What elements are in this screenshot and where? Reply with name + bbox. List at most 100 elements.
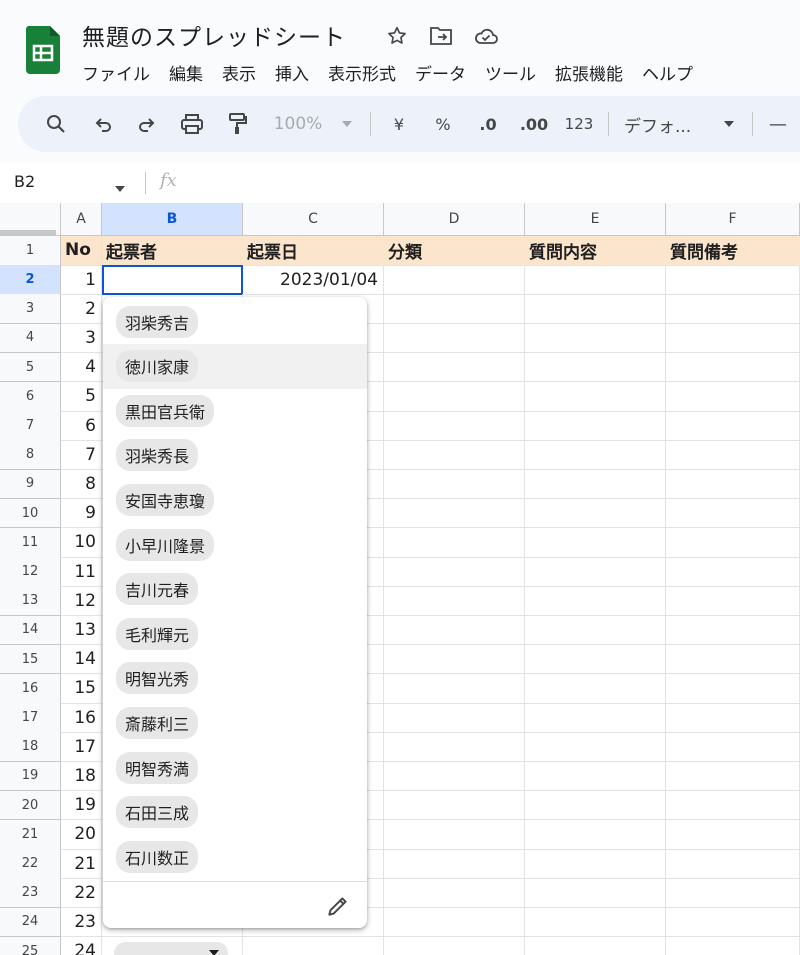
undo-icon[interactable] bbox=[88, 96, 120, 152]
column-header-a[interactable]: A bbox=[61, 203, 102, 236]
zoom-select[interactable]: 100% bbox=[268, 96, 328, 152]
row-header-24[interactable]: 24 bbox=[0, 907, 61, 938]
formula-input[interactable] bbox=[200, 166, 790, 198]
cell-f19[interactable] bbox=[666, 761, 800, 792]
cell-a21[interactable]: 20 bbox=[61, 820, 102, 850]
cell-a24[interactable]: 23 bbox=[61, 907, 102, 938]
name-box[interactable]: B2 bbox=[14, 172, 35, 191]
cell-f13[interactable] bbox=[666, 586, 800, 617]
cell-e14[interactable] bbox=[525, 615, 666, 646]
percent-format-button[interactable]: % bbox=[430, 96, 456, 152]
dropdown-option[interactable]: 小早川隆景 bbox=[103, 522, 367, 567]
cell-f25[interactable] bbox=[666, 936, 800, 955]
row-header-15[interactable]: 15 bbox=[0, 644, 61, 675]
cell-a13[interactable]: 12 bbox=[61, 586, 102, 617]
row-header-18[interactable]: 18 bbox=[0, 732, 61, 763]
cell-d17[interactable] bbox=[384, 703, 525, 733]
search-icon[interactable] bbox=[40, 96, 72, 152]
cell-a5[interactable]: 4 bbox=[61, 352, 102, 383]
cell-f11[interactable] bbox=[666, 528, 800, 558]
active-cell-b2[interactable] bbox=[102, 265, 243, 295]
row-header-6[interactable]: 6 bbox=[0, 382, 61, 412]
cell-f20[interactable] bbox=[666, 790, 800, 821]
cell-a25[interactable]: 24 bbox=[61, 936, 102, 955]
cell-d11[interactable] bbox=[384, 528, 525, 558]
cell-a9[interactable]: 8 bbox=[61, 469, 102, 500]
cell-e5[interactable] bbox=[525, 352, 666, 383]
cell-e18[interactable] bbox=[525, 732, 666, 763]
cell-f12[interactable] bbox=[666, 557, 800, 587]
cell-d12[interactable] bbox=[384, 557, 525, 587]
cell-f10[interactable] bbox=[666, 498, 800, 529]
cell-a23[interactable]: 22 bbox=[61, 878, 102, 909]
row-header-23[interactable]: 23 bbox=[0, 878, 61, 909]
row-header-11[interactable]: 11 bbox=[0, 528, 61, 558]
font-family-select[interactable]: デフォ... bbox=[624, 96, 714, 152]
cell-f22[interactable] bbox=[666, 849, 800, 879]
font-size-decrease-button[interactable]: — bbox=[766, 96, 790, 152]
cell-f18[interactable] bbox=[666, 732, 800, 763]
row-header-10[interactable]: 10 bbox=[0, 498, 61, 529]
cell-d9[interactable] bbox=[384, 469, 525, 500]
cell-c2[interactable]: 2023/01/04 bbox=[243, 265, 384, 295]
cell-a14[interactable]: 13 bbox=[61, 615, 102, 646]
dropdown-option[interactable]: 黒田官兵衛 bbox=[103, 388, 367, 433]
cell-f4[interactable] bbox=[666, 323, 800, 354]
cell-d5[interactable] bbox=[384, 352, 525, 383]
dropdown-option[interactable]: 毛利輝元 bbox=[103, 611, 367, 656]
cell-a3[interactable]: 2 bbox=[61, 294, 102, 325]
cell-c25[interactable] bbox=[243, 936, 384, 955]
cell-f24[interactable] bbox=[666, 907, 800, 938]
cell-d4[interactable] bbox=[384, 323, 525, 354]
row-header-5[interactable]: 5 bbox=[0, 352, 61, 383]
cell-f16[interactable] bbox=[666, 674, 800, 704]
cell-f21[interactable] bbox=[666, 820, 800, 850]
cell-a10[interactable]: 9 bbox=[61, 498, 102, 529]
row-header-8[interactable]: 8 bbox=[0, 440, 61, 471]
row-header-20[interactable]: 20 bbox=[0, 790, 61, 821]
dropdown-option[interactable]: 明智光秀 bbox=[103, 656, 367, 701]
cell-f6[interactable] bbox=[666, 382, 800, 412]
cell-f7[interactable] bbox=[666, 411, 800, 441]
cell-a19[interactable]: 18 bbox=[61, 761, 102, 792]
increase-decimal-button[interactable]: .00 bbox=[516, 96, 552, 152]
column-header-c[interactable]: C bbox=[243, 203, 384, 236]
currency-format-button[interactable]: ¥ bbox=[386, 96, 412, 152]
cell-e21[interactable] bbox=[525, 820, 666, 850]
cell-e6[interactable] bbox=[525, 382, 666, 412]
menu-file[interactable]: ファイル bbox=[82, 60, 150, 85]
row-header-12[interactable]: 12 bbox=[0, 557, 61, 587]
cell-a15[interactable]: 14 bbox=[61, 644, 102, 675]
cell-e13[interactable] bbox=[525, 586, 666, 617]
cell-e1[interactable]: 質問内容 bbox=[525, 236, 666, 266]
cell-e11[interactable] bbox=[525, 528, 666, 558]
cell-f15[interactable] bbox=[666, 644, 800, 675]
cell-d18[interactable] bbox=[384, 732, 525, 763]
cell-d15[interactable] bbox=[384, 644, 525, 675]
row-header-9[interactable]: 9 bbox=[0, 469, 61, 500]
cell-d23[interactable] bbox=[384, 878, 525, 909]
row-header-4[interactable]: 4 bbox=[0, 323, 61, 354]
dropdown-option[interactable]: 斎藤利三 bbox=[103, 700, 367, 745]
cell-e17[interactable] bbox=[525, 703, 666, 733]
cell-a8[interactable]: 7 bbox=[61, 440, 102, 471]
column-header-e[interactable]: E bbox=[525, 203, 666, 236]
cell-f2[interactable] bbox=[666, 265, 800, 295]
cell-f8[interactable] bbox=[666, 440, 800, 471]
column-header-f[interactable]: F bbox=[666, 203, 800, 236]
paint-format-icon[interactable] bbox=[222, 96, 254, 152]
cell-a18[interactable]: 17 bbox=[61, 732, 102, 763]
cell-e20[interactable] bbox=[525, 790, 666, 821]
row-header-7[interactable]: 7 bbox=[0, 411, 61, 441]
cloud-saved-icon[interactable] bbox=[472, 22, 500, 50]
menu-insert[interactable]: 挿入 bbox=[275, 60, 309, 85]
cell-b1[interactable]: 起票者 bbox=[102, 236, 243, 266]
cell-e9[interactable] bbox=[525, 469, 666, 500]
cell-e10[interactable] bbox=[525, 498, 666, 529]
cell-d8[interactable] bbox=[384, 440, 525, 471]
cell-a2[interactable]: 1 bbox=[61, 265, 102, 295]
row-header-25[interactable]: 25 bbox=[0, 936, 61, 955]
print-icon[interactable] bbox=[176, 96, 208, 152]
cell-f1[interactable]: 質問備考 bbox=[666, 236, 800, 266]
number-format-button[interactable]: 123 bbox=[562, 96, 596, 152]
